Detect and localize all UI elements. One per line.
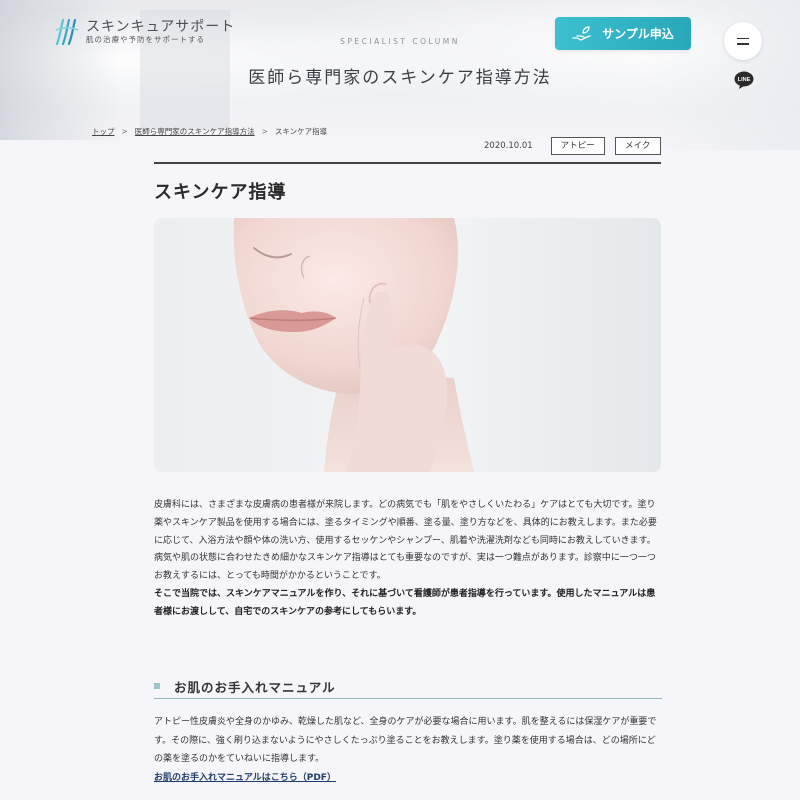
article-hero-image xyxy=(154,218,661,472)
paragraph-intro: 皮膚科には、さまざまな皮膚病の患者様が来院します。どの病気でも「肌をやさしくいた… xyxy=(154,500,657,546)
publish-date: 2020.10.01 xyxy=(484,141,533,151)
breadcrumb-separator: > xyxy=(121,127,128,136)
section-heading: お肌のお手入れマニュアル xyxy=(154,674,662,699)
section-paragraph: アトピー性皮膚炎や全身のかゆみ、乾燥した肌など、全身のケアが必要な場合に用います… xyxy=(154,717,657,764)
section-eyebrow: SPECIALIST COLUMN xyxy=(340,37,460,46)
breadcrumb: トップ > 医師ら専門家のスキンケア指導方法 > スキンケア指導 xyxy=(92,126,327,137)
page-title: 医師ら専門家のスキンケア指導方法 xyxy=(248,68,552,88)
manual-pdf-link[interactable]: お肌のお手入れマニュアルはこちら（PDF） xyxy=(154,769,336,788)
square-bullet-icon xyxy=(154,683,160,689)
article-meta: 2020.10.01 アトピー メイク xyxy=(484,137,661,155)
breadcrumb-home-link[interactable]: トップ xyxy=(92,126,115,137)
section-heading-text: お肌のお手入れマニュアル xyxy=(174,679,336,695)
article-body: 皮膚科には、さまざまな皮膚病の患者様が来院します。どの病気でも「肌をやさしくいた… xyxy=(154,497,662,622)
breadcrumb-current: スキンケア指導 xyxy=(274,127,328,136)
paragraph-solution: そこで当院では、スキンケアマニュアルを作り、それに基づいて看護師が患者指導を行っ… xyxy=(154,588,656,617)
face-photo-illustration xyxy=(233,218,474,472)
paragraph-issue: 病気や肌の状態に合わせたきめ細かなスキンケア指導はとても重要なのですが、実は一つ… xyxy=(154,553,656,582)
section-body: アトピー性皮膚炎や全身のかゆみ、乾燥した肌など、全身のケアが必要な場合に用います… xyxy=(154,713,662,787)
tag-makeup[interactable]: メイク xyxy=(614,137,661,155)
breadcrumb-separator: > xyxy=(261,127,268,136)
tag-atopy[interactable]: アトピー xyxy=(550,137,605,155)
breadcrumb-category-link[interactable]: 医師ら専門家のスキンケア指導方法 xyxy=(135,126,255,137)
title-divider xyxy=(154,162,661,164)
brand-name: スキンキュアサポート xyxy=(86,19,236,35)
article-title: スキンケア指導 xyxy=(154,182,287,203)
